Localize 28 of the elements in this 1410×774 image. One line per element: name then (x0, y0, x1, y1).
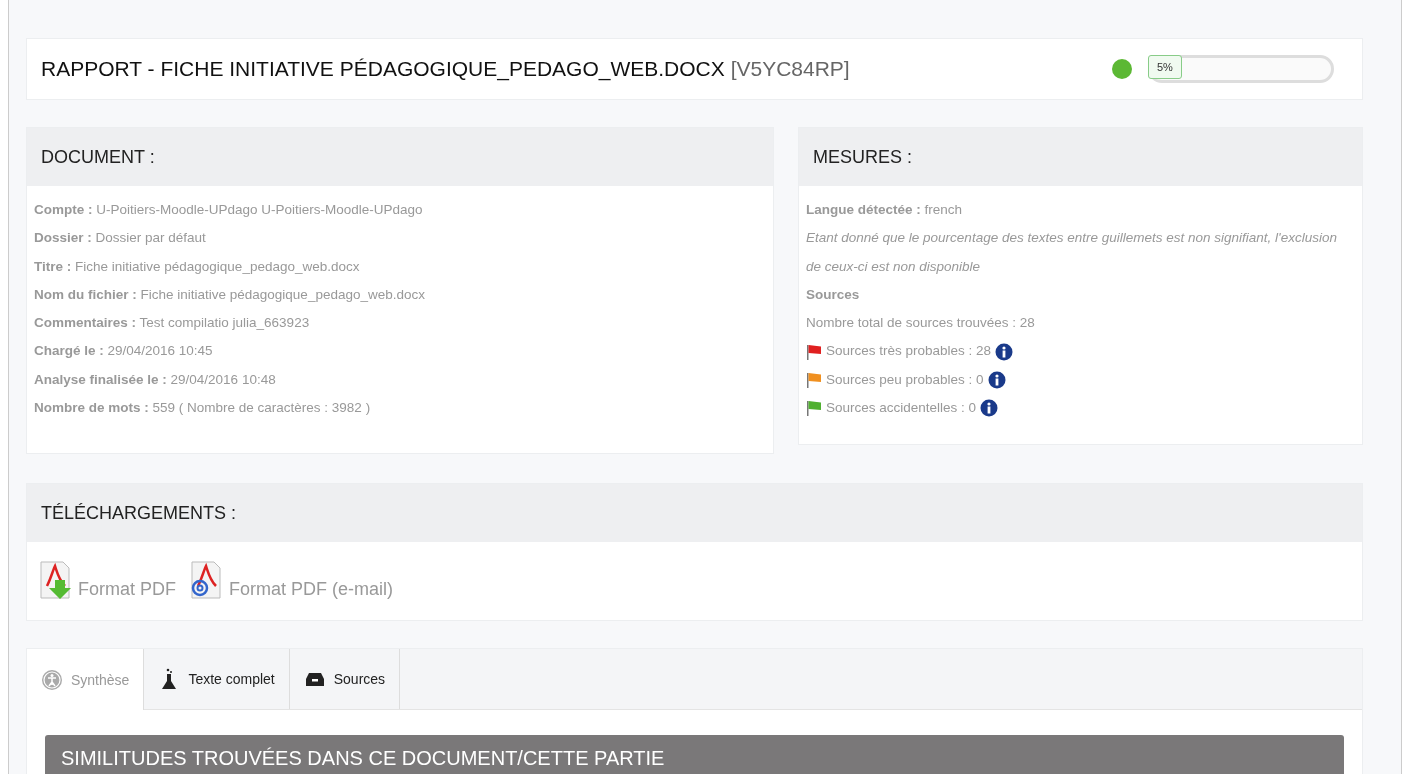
panel-heading: MESURES : (799, 128, 1362, 186)
flag-icon (806, 371, 822, 388)
sources-total: Nombre total de sources trouvées : 28 (806, 314, 1036, 333)
download-link[interactable]: Format PDF (37, 560, 176, 600)
report-code: [V5YC84RP] (730, 57, 850, 80)
source-count: Sources accidentelles : 0 (826, 399, 977, 418)
progress-label: 5% (1148, 55, 1182, 79)
flag-icon (806, 343, 822, 360)
panel-heading: DOCUMENT : (27, 128, 773, 186)
language-line: Langue détectée : french (806, 201, 964, 219)
section-heading: SIMILITUDES TROUVÉES DANS CE DOCUMENT/CETTE PARTIE (45, 735, 1344, 774)
field-line: Nom du fichier : Fiche initiative pédagogique_pedago_web.docx (34, 285, 426, 304)
download-link[interactable]: Format PDF (e-mail) (188, 560, 394, 600)
source-count: Sources peu probables : 0 (826, 370, 984, 389)
tab[interactable]: Synthèse (27, 649, 145, 710)
panel-heading: TÉLÉCHARGEMENTS : (27, 484, 1362, 542)
exclusion-note: Etant donné que le pourcentage des textes entre guillemets est non signifiant, l'exclusion de ceux-ci est non disponible (806, 229, 1338, 276)
report-title: RAPPORT - FICHE INITIATIVE PÉDAGOGIQUE_PEDAGO_WEB.DOCX [V5YC84RP] (41, 57, 851, 81)
field-line: Commentaires : Test compilatio julia_663923 (34, 314, 311, 333)
field-line: Titre : Fiche initiative pédagogique_pedago_web.docx (34, 257, 361, 276)
field-line: Analyse finalisée le : 29/04/2016 10:48 (34, 370, 277, 389)
field-line: Dossier : Dossier par défaut (34, 229, 207, 248)
field-line: Nombre de mots : 559 ( Nombre de caractères : 3982 ) (34, 399, 372, 418)
field-line: Chargé le : 29/04/2016 10:45 (34, 342, 214, 361)
source-count: Sources très probables : 28 (826, 342, 992, 361)
field-line: Compte : U-Poitiers-Moodle-UPdago U-Poitiers-Moodle-UPdago (34, 201, 424, 219)
sources-heading: Sources (806, 285, 861, 304)
flag-icon (806, 400, 822, 417)
